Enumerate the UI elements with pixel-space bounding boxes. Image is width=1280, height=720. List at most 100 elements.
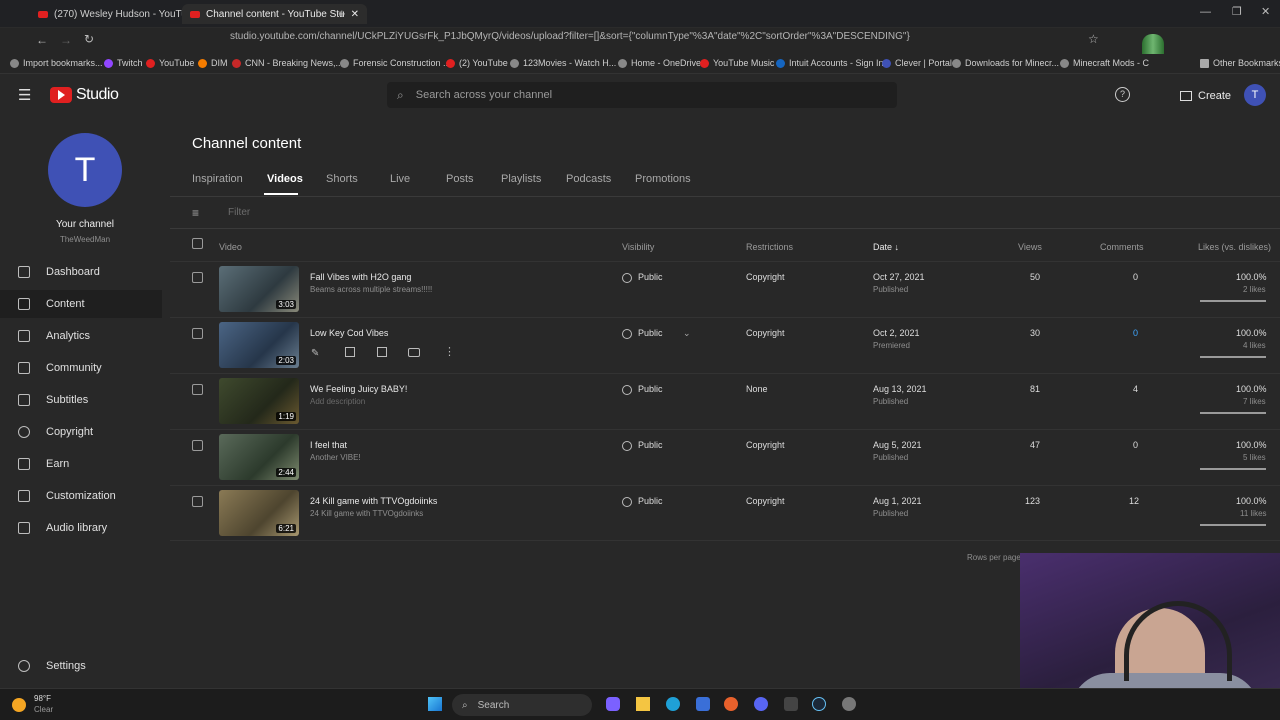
- comments-link[interactable]: 0: [1133, 328, 1138, 338]
- bookmark-item[interactable]: Import bookmarks...: [10, 58, 103, 68]
- bookmark-item[interactable]: YouTube Music: [700, 58, 774, 68]
- tab-promotions[interactable]: Promotions: [635, 173, 691, 185]
- forward-icon[interactable]: →: [60, 33, 72, 47]
- table-row[interactable]: 3:03 Fall Vibes with H2O gang Beams acro…: [170, 261, 1280, 317]
- reload-icon[interactable]: ↻: [84, 32, 94, 46]
- filter-icon[interactable]: ≡: [192, 206, 199, 220]
- visibility-cell[interactable]: Public: [622, 272, 663, 283]
- settings-app-icon[interactable]: [842, 697, 856, 711]
- video-title[interactable]: We Feeling Juicy BABY!: [310, 384, 407, 394]
- studio-logo[interactable]: Studio: [50, 86, 119, 104]
- bookmark-item[interactable]: DIM: [198, 58, 228, 68]
- row-checkbox[interactable]: [192, 384, 203, 395]
- restrictions-cell[interactable]: Copyright: [746, 496, 785, 506]
- other-bookmarks[interactable]: Other Bookmarks: [1200, 58, 1280, 68]
- file-explorer-icon[interactable]: [636, 697, 650, 711]
- account-avatar[interactable]: T: [1244, 84, 1266, 106]
- video-thumbnail[interactable]: 2:03: [219, 322, 299, 368]
- restrictions-cell[interactable]: Copyright: [746, 440, 785, 450]
- sidebar-item-content[interactable]: Content: [0, 290, 162, 318]
- sidebar-item-customization[interactable]: Customization: [0, 482, 162, 510]
- tab-videos[interactable]: Videos: [267, 173, 303, 185]
- video-description[interactable]: Add description: [310, 397, 365, 406]
- maximize-icon[interactable]: ❐: [1232, 5, 1242, 18]
- steam-icon[interactable]: [812, 697, 826, 711]
- table-row[interactable]: 2:44 I feel that Another VIBE! Public Co…: [170, 429, 1280, 485]
- row-checkbox[interactable]: [192, 272, 203, 283]
- sidebar-item-copyright[interactable]: Copyright: [0, 418, 162, 446]
- app-icon[interactable]: [784, 697, 798, 711]
- video-title[interactable]: 24 Kill game with TTVOgdoiinks: [310, 496, 437, 506]
- hamburger-menu-icon[interactable]: ☰: [18, 86, 31, 104]
- row-checkbox[interactable]: [192, 496, 203, 507]
- bookmark-item[interactable]: Forensic Construction ...: [340, 58, 451, 68]
- sidebar-item-earn[interactable]: Earn: [0, 450, 162, 478]
- restrictions-cell[interactable]: Copyright: [746, 328, 785, 338]
- comments-icon[interactable]: [377, 347, 387, 357]
- edge-icon[interactable]: [666, 697, 680, 711]
- visibility-dropdown[interactable]: Public ⌄: [622, 328, 691, 339]
- video-thumbnail[interactable]: 1:19: [219, 378, 299, 424]
- filter-input[interactable]: Filter: [228, 207, 250, 218]
- sidebar-item-settings[interactable]: Settings: [0, 652, 162, 680]
- row-checkbox[interactable]: [192, 328, 203, 339]
- tab-shorts[interactable]: Shorts: [326, 173, 358, 185]
- edit-details-icon[interactable]: ✎: [311, 348, 319, 359]
- video-title[interactable]: I feel that: [310, 440, 347, 450]
- bookmark-item[interactable]: Minecraft Mods - C: [1060, 58, 1170, 68]
- restrictions-cell[interactable]: Copyright: [746, 272, 785, 282]
- sidebar-item-analytics[interactable]: Analytics: [0, 322, 162, 350]
- bookmark-item[interactable]: CNN - Breaking News,...: [232, 58, 343, 68]
- bookmark-item[interactable]: (2) YouTube: [446, 58, 508, 68]
- video-thumbnail[interactable]: 2:44: [219, 434, 299, 480]
- sidebar-item-audio-library[interactable]: Audio library: [0, 514, 162, 542]
- tab-playlists[interactable]: Playlists: [501, 173, 541, 185]
- visibility-cell[interactable]: Public: [622, 496, 663, 507]
- video-thumbnail[interactable]: 6:21: [219, 490, 299, 536]
- video-title[interactable]: Low Key Cod Vibes: [310, 328, 388, 338]
- analytics-icon[interactable]: [345, 347, 355, 357]
- bookmark-item[interactable]: Twitch: [104, 58, 143, 68]
- bookmark-item[interactable]: Downloads for Minecr...: [952, 58, 1059, 68]
- bookmark-item[interactable]: Clever | Portal: [882, 58, 952, 68]
- search-input[interactable]: ⌕ Search across your channel: [387, 82, 897, 108]
- sidebar-item-community[interactable]: Community: [0, 354, 162, 382]
- more-options-icon[interactable]: ⋮: [444, 345, 455, 358]
- create-button[interactable]: Create: [1172, 83, 1239, 109]
- new-tab-icon[interactable]: +: [338, 6, 346, 21]
- column-date[interactable]: Date ↓: [873, 242, 899, 252]
- discord-icon[interactable]: [754, 697, 768, 711]
- help-icon[interactable]: ?: [1115, 87, 1130, 102]
- bookmark-item[interactable]: YouTube: [146, 58, 194, 68]
- bookmark-item[interactable]: Intuit Accounts - Sign In: [776, 58, 884, 68]
- url-field[interactable]: studio.youtube.com/channel/UCkPLZiYUGsrF…: [230, 31, 1050, 42]
- table-row[interactable]: 6:21 24 Kill game with TTVOgdoiinks 24 K…: [170, 485, 1280, 541]
- youtube-play-icon[interactable]: [408, 348, 420, 357]
- select-all-checkbox[interactable]: [192, 238, 203, 249]
- windows-start-icon[interactable]: [428, 697, 442, 711]
- firefox-icon[interactable]: [724, 697, 738, 711]
- tab-podcasts[interactable]: Podcasts: [566, 173, 611, 185]
- close-window-icon[interactable]: ✕: [1261, 5, 1270, 18]
- row-checkbox[interactable]: [192, 440, 203, 451]
- visibility-cell[interactable]: Public: [622, 440, 663, 451]
- tab-live[interactable]: Live: [390, 173, 410, 185]
- video-title[interactable]: Fall Vibes with H2O gang: [310, 272, 411, 282]
- table-row[interactable]: 1:19 We Feeling Juicy BABY! Add descript…: [170, 373, 1280, 429]
- back-icon[interactable]: ←: [36, 33, 48, 47]
- sidebar-item-dashboard[interactable]: Dashboard: [0, 258, 162, 286]
- taskbar-search[interactable]: ⌕ Search: [452, 694, 592, 716]
- store-icon[interactable]: [696, 697, 710, 711]
- bookmark-item[interactable]: 123Movies - Watch H...: [510, 58, 616, 68]
- tab-posts[interactable]: Posts: [446, 173, 474, 185]
- copilot-icon[interactable]: [606, 697, 620, 711]
- tab-inspiration[interactable]: Inspiration: [192, 173, 243, 185]
- bookmark-item[interactable]: Home - OneDrive: [618, 58, 701, 68]
- table-row[interactable]: 2:03 Low Key Cod Vibes ✎ ⋮ Public ⌄ Copy…: [170, 317, 1280, 373]
- minimize-icon[interactable]: —: [1200, 6, 1211, 18]
- bookmark-star-icon[interactable]: ☆: [1088, 32, 1099, 46]
- video-thumbnail[interactable]: 3:03: [219, 266, 299, 312]
- visibility-cell[interactable]: Public: [622, 384, 663, 395]
- channel-avatar[interactable]: T: [48, 133, 122, 207]
- close-icon[interactable]: ✕: [351, 9, 359, 20]
